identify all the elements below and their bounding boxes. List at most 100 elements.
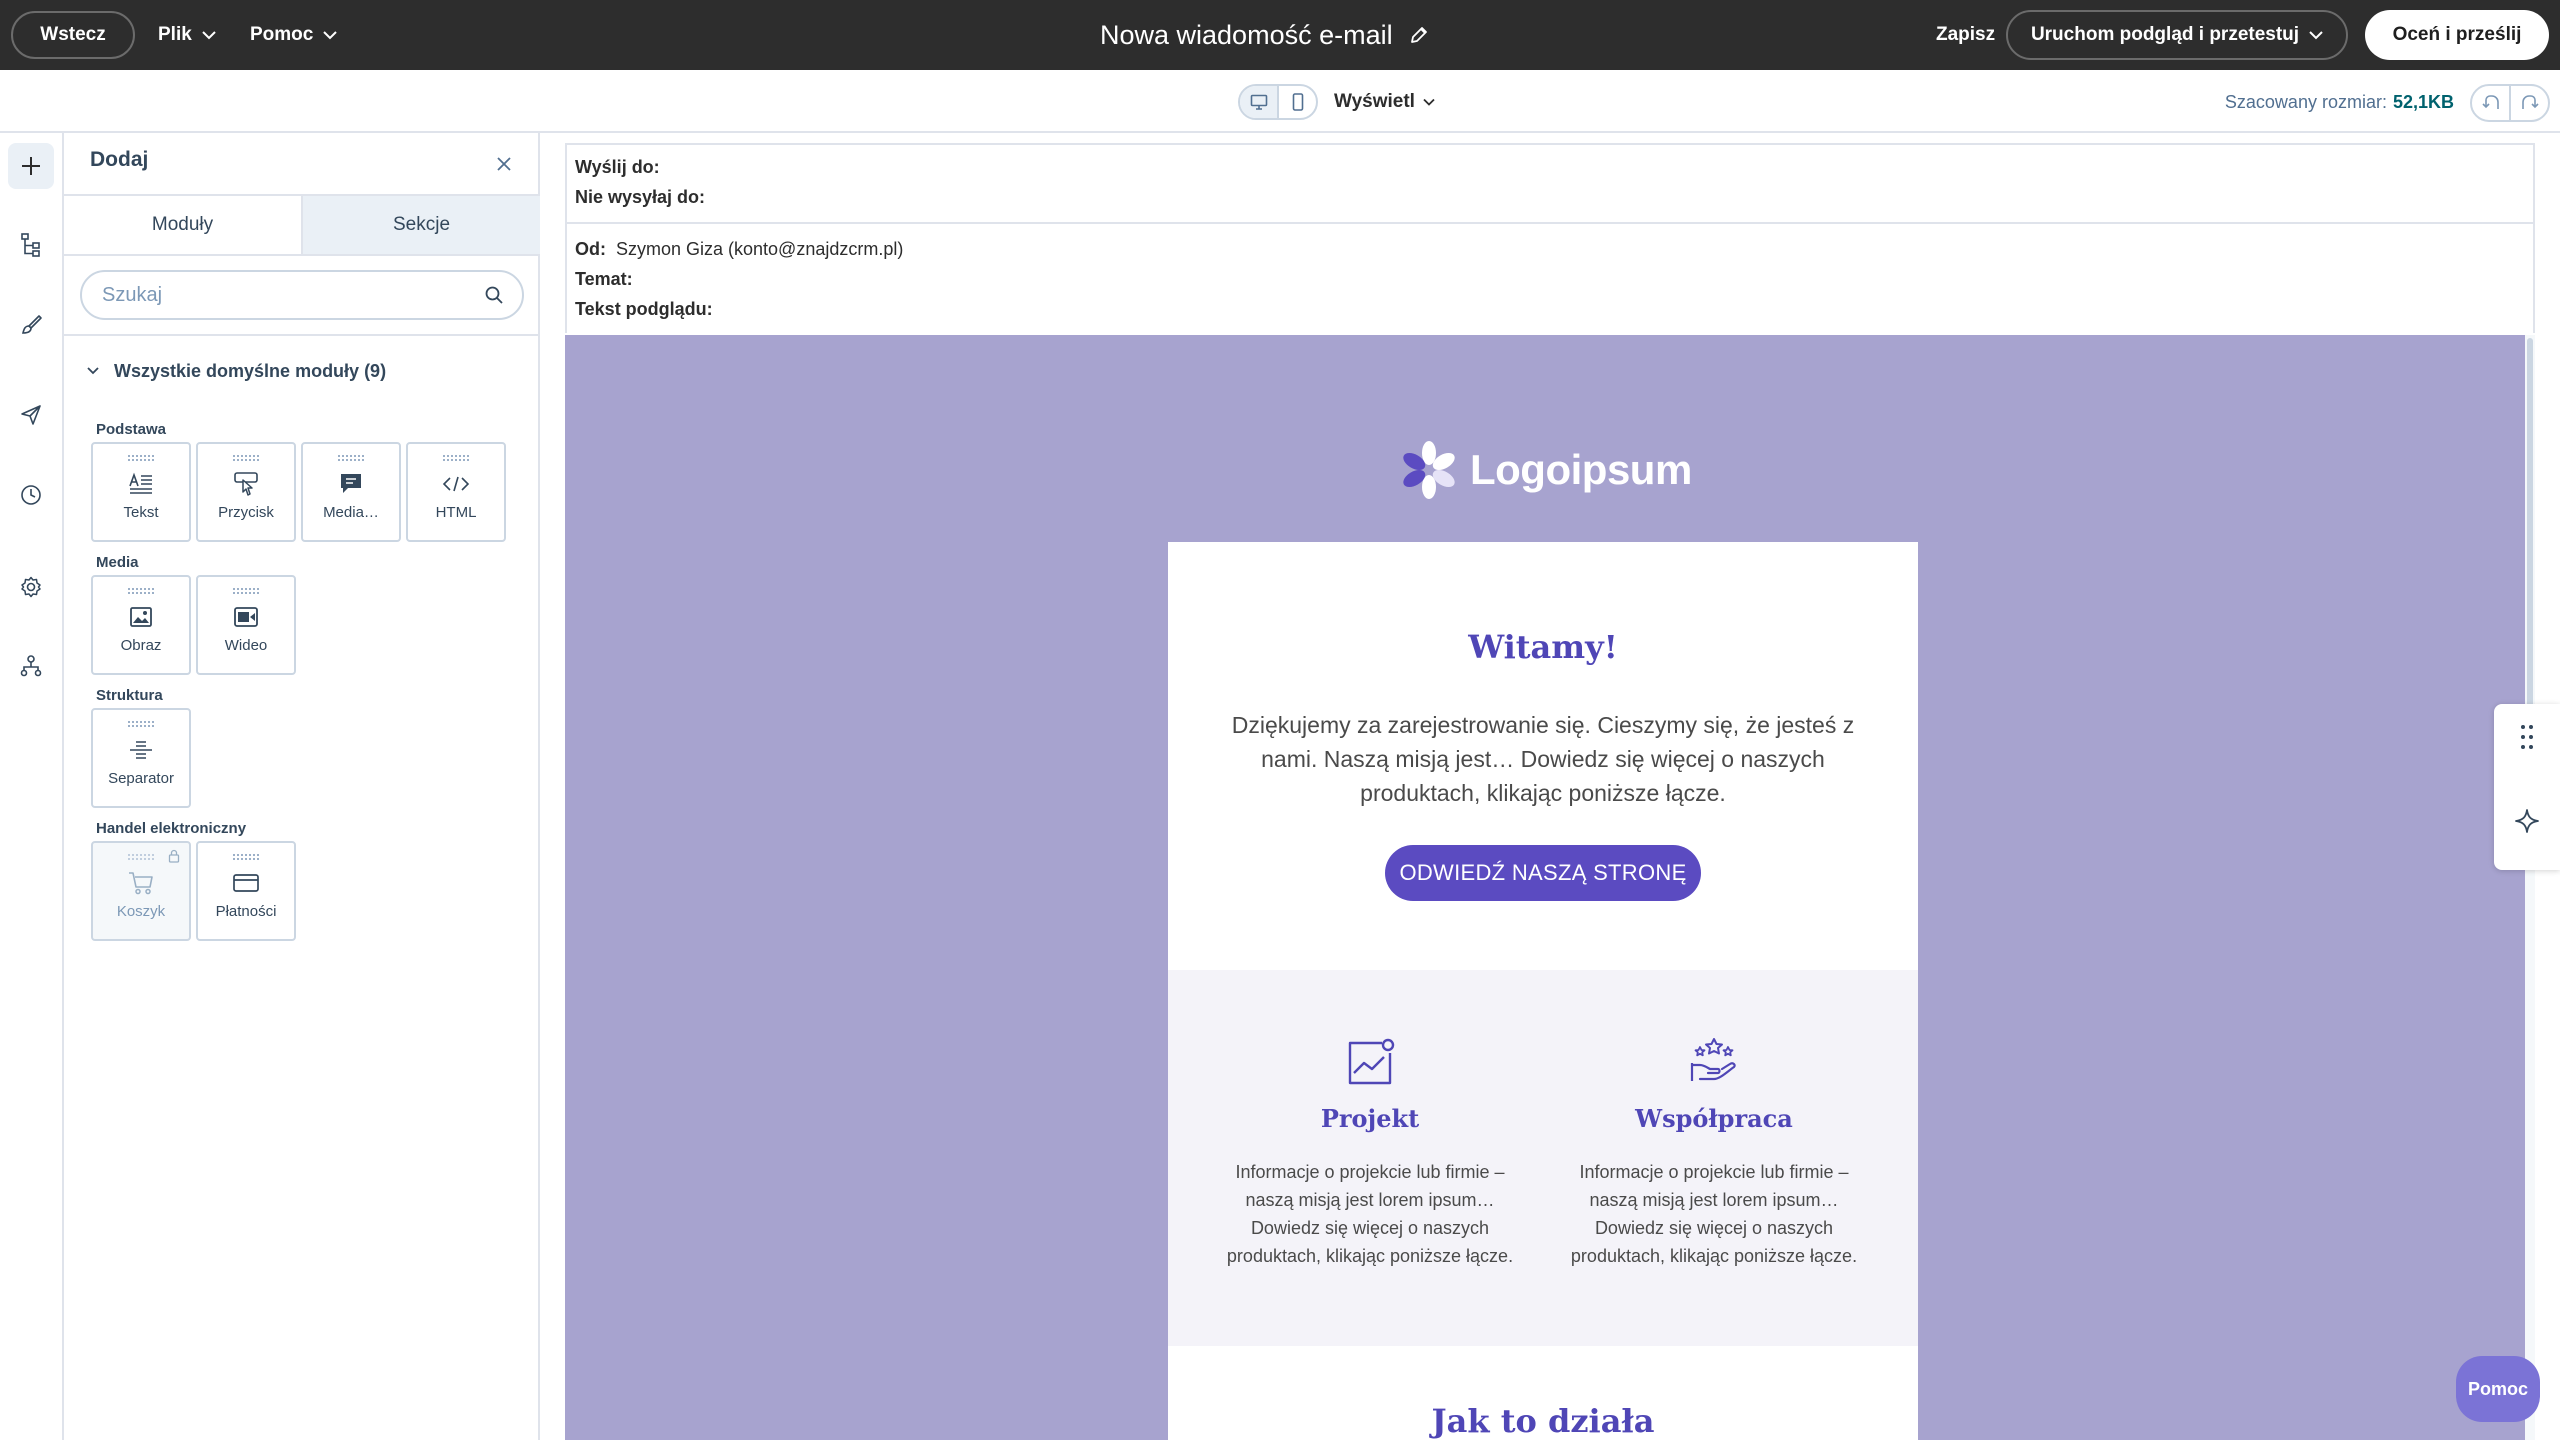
drag-tool-button[interactable] — [2504, 714, 2550, 760]
dont-send-field[interactable]: Nie wysyłaj do: — [575, 187, 705, 208]
rail-settings-button[interactable] — [8, 564, 54, 610]
rail-design-button[interactable] — [8, 302, 54, 348]
estimated-size: Szacowany rozmiar: 52,1KB — [2200, 86, 2454, 118]
search-input[interactable] — [100, 282, 484, 308]
hand-stars-icon — [1690, 1038, 1736, 1081]
drag-handle-icon — [128, 455, 154, 461]
desktop-view-button[interactable] — [1240, 86, 1279, 118]
redo-icon — [2521, 95, 2539, 109]
chevron-down-icon — [1423, 98, 1435, 106]
image-chart-icon — [1348, 1038, 1395, 1085]
search-icon[interactable] — [484, 285, 504, 305]
save-button[interactable]: Zapisz — [1936, 11, 1995, 59]
module-image[interactable]: Obraz — [91, 575, 191, 675]
chevron-down-icon — [2309, 31, 2323, 40]
from-value: Szymon Giza (konto@znajdzcrm.pl) — [616, 239, 904, 259]
module-html[interactable]: HTML — [406, 442, 506, 542]
tab-modules[interactable]: Moduły — [64, 194, 303, 254]
email-title: Nowa wiadomość e-mail — [1100, 11, 1429, 59]
hierarchy-icon — [20, 655, 42, 677]
divider-icon — [130, 741, 152, 759]
code-icon — [442, 476, 470, 492]
drag-handle-icon — [233, 854, 259, 860]
plus-icon — [22, 157, 40, 175]
view-dropdown-label: Wyświetl — [1334, 91, 1415, 112]
feature-title-collaboration: Współpraca — [1635, 1104, 1793, 1133]
logo-text: Logoipsum — [1470, 446, 1692, 493]
drag-handle-icon — [443, 455, 469, 461]
cart-icon — [129, 872, 153, 895]
module-image-label: Obraz — [120, 637, 162, 654]
drag-handle-icon — [128, 721, 154, 727]
back-button[interactable]: Wstecz — [11, 11, 135, 59]
rail-layers-button[interactable] — [8, 222, 54, 268]
paper-plane-icon — [21, 405, 41, 425]
mobile-icon — [1292, 93, 1303, 111]
visit-site-button[interactable]: ODWIEDŹ NASZĄ STRONĘ — [1385, 845, 1701, 901]
module-video[interactable]: Wideo — [196, 575, 296, 675]
subject-field[interactable]: Temat: — [575, 269, 633, 290]
email-title-text: Nowa wiadomość e-mail — [1100, 19, 1393, 50]
rail-send-button[interactable] — [8, 392, 54, 438]
grip-dots-icon — [2521, 725, 2533, 749]
review-publish-button[interactable]: Oceń i prześlij — [2365, 10, 2549, 60]
module-video-label: Wideo — [224, 637, 268, 654]
drag-handle-icon — [233, 588, 259, 594]
undo-button[interactable] — [2472, 86, 2511, 120]
rail-connections-button[interactable] — [8, 643, 54, 689]
estimated-size-label: Szacowany rozmiar: — [2224, 91, 2387, 112]
rail-history-button[interactable] — [8, 472, 54, 518]
mobile-view-button[interactable] — [1279, 86, 1316, 118]
modules-group-toggle[interactable]: Wszystkie domyślne moduły (9) — [86, 356, 386, 386]
module-button[interactable]: Przycisk — [196, 442, 296, 542]
module-text[interactable]: Tekst — [91, 442, 191, 542]
modules-group-label: Wszystkie domyślne moduły (9) — [114, 360, 387, 381]
module-separator[interactable]: Separator — [91, 708, 191, 808]
sparkle-icon — [2515, 809, 2539, 833]
help-menu-label: Pomoc — [250, 24, 314, 45]
module-cart[interactable]: Koszyk — [91, 841, 191, 941]
feature-text-project: Informacje o projekcie lub firmie – nasz… — [1226, 1162, 1514, 1266]
logo-flower-icon — [1403, 441, 1455, 499]
module-payments[interactable]: Płatności — [196, 841, 296, 941]
preview-test-label: Uruchom podgląd i przetestuj — [2030, 24, 2300, 45]
pencil-icon[interactable] — [1409, 25, 1429, 45]
close-panel-button[interactable] — [492, 152, 516, 176]
drag-handle-icon — [233, 455, 259, 461]
module-payments-label: Płatności — [215, 903, 277, 920]
file-menu[interactable]: Plik — [158, 11, 216, 59]
clock-icon — [21, 485, 41, 505]
panel-title: Dodaj — [90, 148, 149, 171]
image-icon — [130, 607, 152, 627]
desktop-icon — [1250, 94, 1267, 110]
help-menu[interactable]: Pomoc — [250, 11, 338, 59]
media-text-icon — [341, 474, 361, 493]
device-toggle — [1238, 84, 1318, 120]
redo-button[interactable] — [2511, 86, 2548, 120]
ai-assistant-button[interactable] — [2504, 798, 2550, 844]
tab-sections[interactable]: Sekcje — [303, 194, 540, 254]
email-logo[interactable]: Logoipsum — [1400, 438, 1692, 502]
dont-send-label: Nie wysyłaj do: — [575, 187, 706, 207]
preview-text-field[interactable]: Tekst podglądu: — [575, 299, 713, 320]
rail-add-button[interactable] — [8, 143, 54, 189]
preview-text-label: Tekst podglądu: — [575, 299, 713, 319]
canvas-scroll-thumb[interactable] — [2527, 338, 2533, 708]
help-button[interactable]: Pomoc — [2456, 1356, 2540, 1422]
preview-test-button[interactable]: Uruchom podgląd i przetestuj — [2006, 10, 2348, 60]
chevron-down-icon — [323, 31, 338, 40]
module-media-text[interactable]: Media… — [301, 442, 401, 542]
subject-label: Temat: — [575, 269, 633, 289]
category-basic-label: Podstawa — [96, 421, 167, 438]
send-to-field[interactable]: Wyślij do: — [575, 157, 660, 178]
module-media-text-label: Media… — [323, 504, 379, 521]
tree-structure-icon — [21, 233, 40, 257]
estimated-size-value: 52,1KB — [2392, 91, 2454, 112]
module-button-label: Przycisk — [218, 504, 274, 521]
view-dropdown[interactable]: Wyświetl — [1334, 86, 1435, 118]
module-html-label: HTML — [435, 504, 477, 521]
drag-handle-icon — [338, 455, 364, 461]
drag-handle-icon — [128, 588, 154, 594]
from-field[interactable]: Od: Szymon Giza (konto@znajdzcrm.pl) — [575, 239, 903, 260]
module-text-label: Tekst — [123, 504, 159, 521]
